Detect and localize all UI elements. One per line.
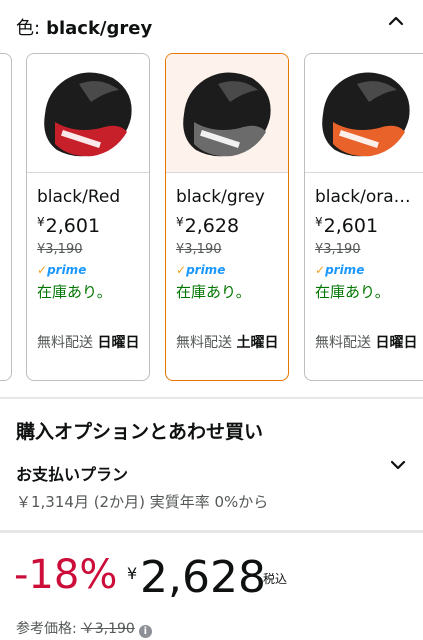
selected-color-value: black/grey bbox=[46, 18, 153, 39]
delivery-day: 日曜日 bbox=[375, 335, 418, 351]
glove-image bbox=[44, 72, 132, 157]
swatch-price: ¥2,601 bbox=[315, 215, 423, 237]
price-currency-symbol: ¥ bbox=[127, 564, 138, 583]
delivery-info: 無料配送 日曜日 bbox=[315, 333, 420, 354]
prime-badge: ✓prime bbox=[315, 263, 423, 277]
color-swatch-black-grey[interactable]: black/grey ¥2,628 ¥3,190 ✓prime 在庫あり。 無料… bbox=[165, 53, 289, 381]
currency-symbol: ¥ bbox=[315, 215, 323, 229]
color-swatch-black-orange[interactable]: black/ora… ¥2,601 ¥3,190 ✓prime 在庫あり。 無料… bbox=[304, 53, 423, 381]
swatch-price: ¥2,628 bbox=[176, 215, 278, 237]
reference-price: 参考価格: ￥3,190 i bbox=[16, 618, 152, 638]
color-label: 色: black/grey bbox=[16, 14, 152, 40]
swatch-list-price: ¥3,190 bbox=[315, 242, 361, 257]
delivery-prefix: 無料配送 bbox=[315, 335, 371, 351]
prime-check-icon: ✓ bbox=[315, 263, 326, 277]
delivery-day: 日曜日 bbox=[97, 335, 140, 351]
stock-status: 在庫あり。 bbox=[37, 283, 112, 301]
delivery-prefix: 無料配送 bbox=[176, 335, 232, 351]
product-image-black-orange bbox=[305, 54, 423, 173]
stock-status: 在庫あり。 bbox=[315, 283, 390, 301]
tax-included-label: 税込 bbox=[263, 572, 288, 586]
chevron-up-icon[interactable] bbox=[387, 12, 405, 30]
reference-price-value: ￥3,190 bbox=[80, 621, 135, 637]
swatch-name: black/ora… bbox=[315, 187, 411, 207]
color-swatch-partial[interactable] bbox=[0, 53, 12, 381]
section-divider bbox=[0, 397, 423, 399]
prime-check-icon: ✓ bbox=[176, 263, 187, 277]
current-price: 2,628 bbox=[140, 552, 266, 603]
prime-label: prime bbox=[325, 263, 365, 277]
payment-plan-title[interactable]: お支払いプラン bbox=[16, 461, 128, 485]
info-icon[interactable]: i bbox=[138, 625, 152, 638]
glove-image bbox=[183, 72, 271, 157]
prime-check-icon: ✓ bbox=[37, 263, 48, 277]
color-swatch-carousel[interactable]: black/Red ¥2,601 ¥3,190 ✓prime 在庫あり。 無料配… bbox=[0, 53, 423, 383]
discount-percent: -18% bbox=[14, 552, 118, 598]
payment-plan-detail: ￥1,314月 (2か月) 実質年率 0%から bbox=[16, 493, 269, 511]
swatch-name: black/grey bbox=[176, 187, 265, 207]
prime-badge: ✓prime bbox=[176, 263, 278, 277]
swatch-price-value: 2,601 bbox=[45, 215, 101, 237]
delivery-info: 無料配送 土曜日 bbox=[176, 333, 281, 354]
stock-status: 在庫あり。 bbox=[176, 283, 251, 301]
currency-symbol: ¥ bbox=[176, 215, 184, 229]
glove-image bbox=[322, 72, 410, 157]
color-selector-header[interactable]: 色: black/grey bbox=[0, 0, 423, 52]
swatch-price: ¥2,601 bbox=[37, 215, 139, 237]
reference-price-label: 参考価格: bbox=[16, 621, 77, 637]
color-swatch-black-red[interactable]: black/Red ¥2,601 ¥3,190 ✓prime 在庫あり。 無料配… bbox=[26, 53, 150, 381]
chevron-down-icon[interactable] bbox=[389, 456, 407, 474]
prime-badge: ✓prime bbox=[37, 263, 139, 277]
swatch-price-value: 2,601 bbox=[323, 215, 379, 237]
swatch-price-value: 2,628 bbox=[184, 215, 240, 237]
delivery-info: 無料配送 日曜日 bbox=[37, 333, 142, 354]
swatch-list-price: ¥3,190 bbox=[176, 242, 222, 257]
delivery-day: 土曜日 bbox=[236, 335, 279, 351]
section-divider bbox=[0, 530, 423, 533]
delivery-prefix: 無料配送 bbox=[37, 335, 93, 351]
currency-symbol: ¥ bbox=[37, 215, 45, 229]
product-image-black-red bbox=[27, 54, 149, 173]
color-label-prefix: 色: bbox=[16, 18, 41, 39]
purchase-options-title: 購入オプションとあわせ買い bbox=[16, 421, 264, 443]
swatch-list-price: ¥3,190 bbox=[37, 242, 83, 257]
product-image-black-grey bbox=[166, 54, 288, 173]
prime-label: prime bbox=[47, 263, 87, 277]
swatch-name: black/Red bbox=[37, 187, 121, 207]
prime-label: prime bbox=[186, 263, 226, 277]
